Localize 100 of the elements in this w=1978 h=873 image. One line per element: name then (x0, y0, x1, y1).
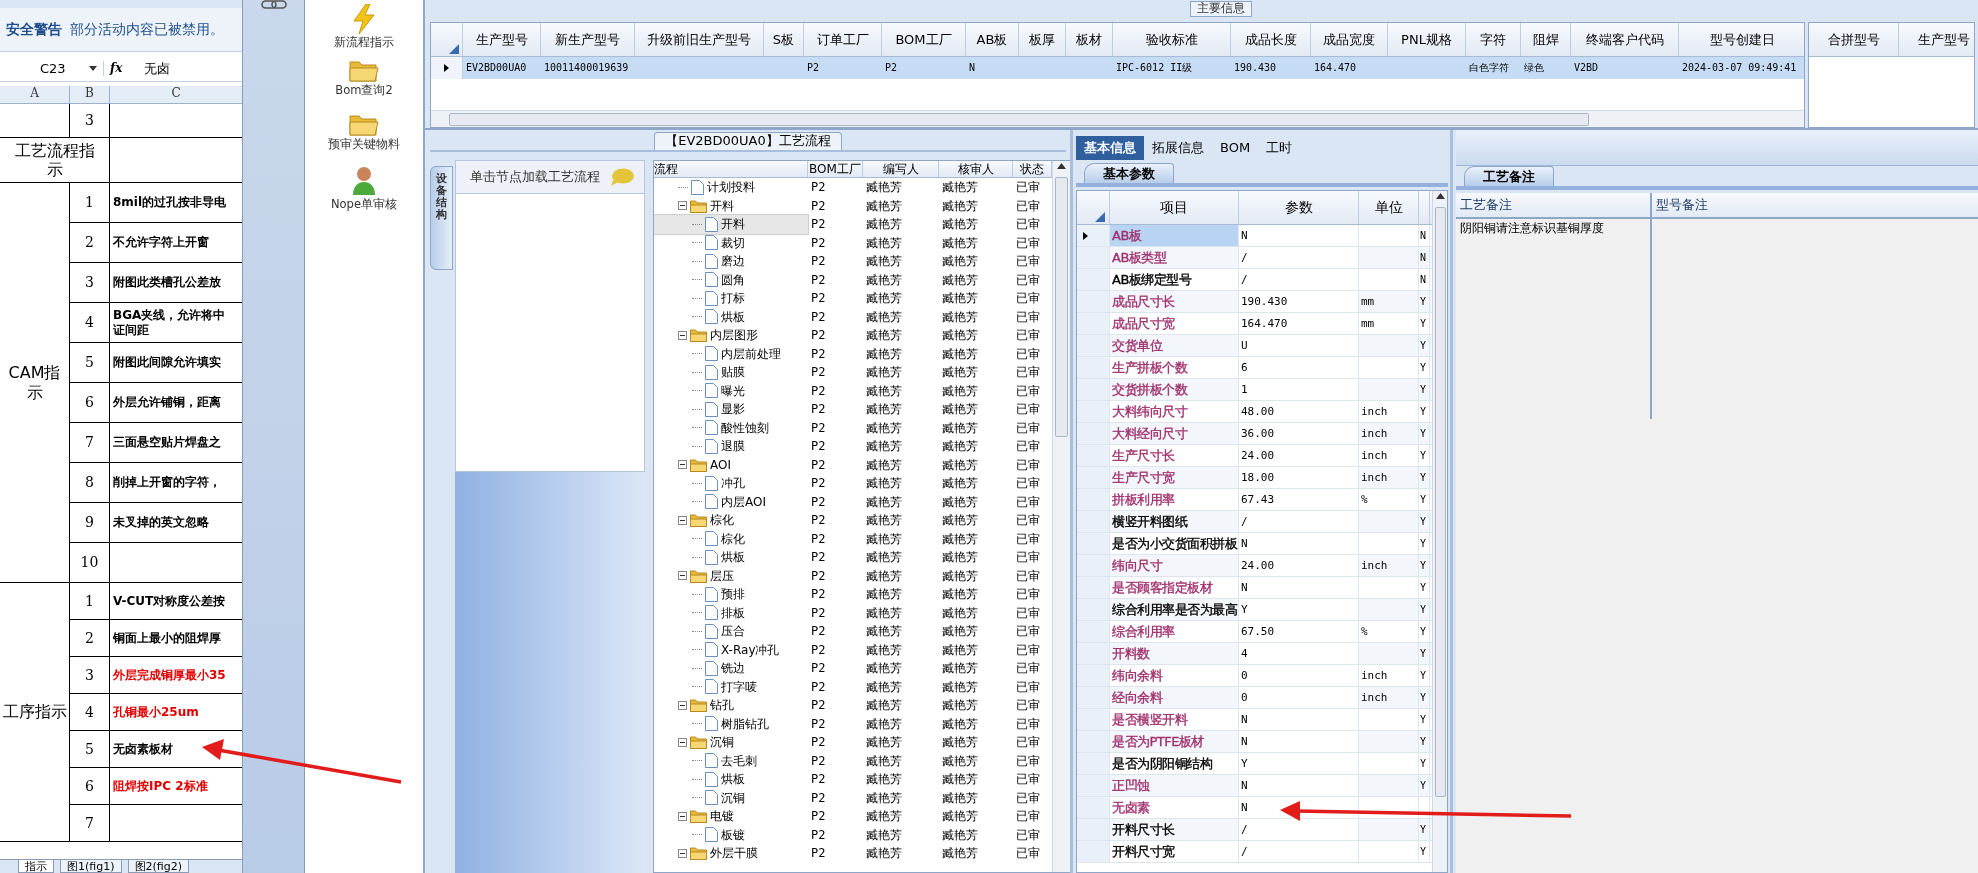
tree-row[interactable]: 退膜 P2 臧艳芳 臧艳芳 已审 (654, 437, 1052, 456)
scroll-up-icon[interactable] (1057, 163, 1066, 169)
collapse-toggle[interactable] (678, 330, 687, 340)
tree-row[interactable]: AOI P2 臧艳芳 臧艳芳 已审 (654, 455, 1052, 474)
tree-row[interactable]: 树脂钻孔 P2 臧艳芳 臧艳芳 已审 (654, 714, 1052, 733)
tree-row[interactable]: X-Ray冲孔 P2 臧艳芳 臧艳芳 已审 (654, 640, 1052, 659)
sheet-tab[interactable]: 图2(fig2) (127, 860, 189, 873)
tree-row[interactable]: 去毛刺 P2 臧艳芳 臧艳芳 已审 (654, 751, 1052, 770)
sheet-tab[interactable]: 图1(fig1) (60, 860, 122, 873)
collapse-toggle[interactable] (678, 848, 687, 858)
tree-row[interactable]: 冲孔 P2 臧艳芳 臧艳芳 已审 (654, 474, 1052, 493)
tree-row[interactable]: 沉铜 P2 臧艳芳 臧艳芳 已审 (654, 788, 1052, 807)
tree-row[interactable]: 钻孔 P2 臧艳芳 臧艳芳 已审 (654, 696, 1052, 715)
column-header[interactable]: 工艺备注 (1456, 193, 1652, 217)
collapse-toggle[interactable] (678, 737, 687, 747)
column-header[interactable]: 生产型号 (463, 23, 541, 56)
tree-row[interactable]: 排板 P2 臧艳芳 臧艳芳 已审 (654, 603, 1052, 622)
column-header[interactable]: BOM工厂 (882, 23, 966, 56)
column-header[interactable]: 参数 (1239, 191, 1359, 224)
toolbar-button[interactable]: Bom查询2 (335, 58, 393, 112)
column-header[interactable]: AB板 (966, 23, 1019, 56)
column-header[interactable]: 单位 (1359, 191, 1419, 224)
collapse-toggle[interactable] (678, 460, 687, 470)
collapse-toggle[interactable] (678, 571, 687, 581)
column-header[interactable]: 项目 (1110, 191, 1239, 224)
vertical-scrollbar[interactable] (1432, 191, 1447, 872)
column-header[interactable]: 订单工厂 (804, 23, 882, 56)
tree-row[interactable]: 烘板 P2 臧艳芳 臧艳芳 已审 (654, 307, 1052, 326)
column-header[interactable]: BOM工厂 (808, 161, 863, 177)
side-tab[interactable]: 设备结构 (430, 166, 453, 270)
tree-row[interactable]: 板镀 P2 臧艳芳 臧艳芳 已审 (654, 825, 1052, 844)
collapse-toggle[interactable] (678, 811, 687, 821)
column-header[interactable]: 阻焊 (1521, 23, 1571, 56)
tree-row[interactable]: 棕化 P2 臧艳芳 臧艳芳 已审 (654, 529, 1052, 548)
tree-row[interactable]: 显影 P2 臧艳芳 臧艳芳 已审 (654, 400, 1052, 419)
tree-row[interactable]: 曝光 P2 臧艳芳 臧艳芳 已审 (654, 381, 1052, 400)
column-header[interactable]: A (0, 86, 70, 104)
row-header[interactable] (1077, 225, 1110, 246)
tree-row[interactable]: 酸性蚀刻 P2 臧艳芳 臧艳芳 已审 (654, 418, 1052, 437)
formula-field[interactable]: 无卤 (144, 60, 171, 77)
column-header[interactable]: 成品宽度 (1311, 23, 1388, 56)
dropdown-caret-icon[interactable] (89, 66, 97, 71)
tree-row[interactable]: 贴膜 P2 臧艳芳 臧艳芳 已审 (654, 363, 1052, 382)
column-header[interactable]: 流程 (654, 161, 808, 177)
tree-row[interactable]: 磨边 P2 臧艳芳 臧艳芳 已审 (654, 252, 1052, 271)
tree-row[interactable]: 内层图形 P2 臧艳芳 臧艳芳 已审 (654, 326, 1052, 345)
horizontal-scrollbar[interactable] (431, 110, 1804, 127)
tree-row[interactable]: 圆角 P2 臧艳芳 臧艳芳 已审 (654, 270, 1052, 289)
tab[interactable]: 基本信息 (1076, 136, 1144, 160)
column-header[interactable]: 新生产型号 (541, 23, 635, 56)
tree-row[interactable]: 内层前处理 P2 臧艳芳 臧艳芳 已审 (654, 344, 1052, 363)
tree-row[interactable]: 裁切 P2 臧艳芳 臧艳芳 已审 (654, 233, 1052, 252)
column-header[interactable]: 字符 (1466, 23, 1521, 56)
column-header[interactable]: 型号备注 (1652, 193, 1978, 217)
sheet-tab[interactable]: 指示 (18, 860, 54, 873)
chain-link-icon[interactable] (260, 0, 287, 9)
column-header[interactable]: 生产型号 (1899, 23, 1974, 56)
collapse-toggle[interactable] (678, 515, 687, 525)
name-box[interactable]: C23 (0, 60, 104, 77)
column-header[interactable]: 编写人 (863, 161, 939, 177)
column-header[interactable]: PNL规格 (1388, 23, 1466, 56)
toolbar-button[interactable]: Nope单审核 (331, 166, 397, 220)
toolbar-button[interactable]: 预审关键物料 (328, 112, 400, 166)
tab[interactable]: 工艺备注 (1464, 166, 1554, 186)
column-header[interactable]: 板材 (1066, 23, 1113, 56)
column-header[interactable]: 板厚 (1019, 23, 1066, 56)
column-header[interactable]: 验收标准 (1113, 23, 1231, 56)
tree-row[interactable]: 内层AOI P2 臧艳芳 臧艳芳 已审 (654, 492, 1052, 511)
scroll-up-icon[interactable] (1435, 193, 1445, 199)
tree-row[interactable]: 烘板 P2 臧艳芳 臧艳芳 已审 (654, 770, 1052, 789)
tree-row[interactable]: 电镀 P2 臧艳芳 臧艳芳 已审 (654, 807, 1052, 826)
tree-row[interactable]: 开料 P2 臧艳芳 臧艳芳 已审 (654, 196, 1052, 215)
tree-row[interactable]: 打标 P2 臧艳芳 臧艳芳 已审 (654, 289, 1052, 308)
tree-row[interactable]: 层压 P2 臧艳芳 臧艳芳 已审 (654, 566, 1052, 585)
tree-row[interactable]: 烘板 P2 臧艳芳 臧艳芳 已审 (654, 548, 1052, 567)
collapse-toggle[interactable] (678, 201, 687, 211)
column-header[interactable]: S板 (764, 23, 804, 56)
tree-row[interactable]: 铣边 P2 臧艳芳 臧艳芳 已审 (654, 659, 1052, 678)
column-header[interactable]: 合拼型号 (1809, 23, 1899, 56)
tree-row[interactable]: 开料 P2 臧艳芳 臧艳芳 已审 (654, 215, 1052, 234)
corner-icon[interactable] (1095, 212, 1105, 222)
tab[interactable]: 工时 (1258, 136, 1301, 160)
tree-row[interactable]: 计划投料 P2 臧艳芳 臧艳芳 已审 (654, 178, 1052, 197)
corner-icon[interactable] (448, 44, 459, 54)
tab[interactable]: BOM (1212, 136, 1259, 160)
tree-row[interactable]: 外层干膜 P2 臧艳芳 臧艳芳 已审 (654, 844, 1052, 863)
column-header[interactable]: 核审人 (939, 161, 1013, 177)
collapse-toggle[interactable] (678, 700, 687, 710)
tree-row[interactable]: 打字唛 P2 臧艳芳 臧艳芳 已审 (654, 677, 1052, 696)
toolbar-button[interactable]: 新流程指示 (334, 4, 394, 58)
tree-row[interactable]: 压合 P2 臧艳芳 臧艳芳 已审 (654, 622, 1052, 641)
column-header[interactable]: 升级前旧生产型号 (635, 23, 764, 56)
column-header[interactable]: 型号创建日 (1679, 23, 1804, 56)
tree-row[interactable]: 沉铜 P2 臧艳芳 臧艳芳 已审 (654, 733, 1052, 752)
tree-row[interactable]: 棕化 P2 臧艳芳 臧艳芳 已审 (654, 511, 1052, 530)
tab[interactable]: 拓展信息 (1144, 136, 1212, 160)
vertical-scrollbar[interactable] (1052, 161, 1070, 872)
column-header[interactable]: C (110, 86, 242, 104)
column-header[interactable]: 成品长度 (1231, 23, 1311, 56)
tab[interactable]: 基本参数 (1084, 163, 1174, 183)
